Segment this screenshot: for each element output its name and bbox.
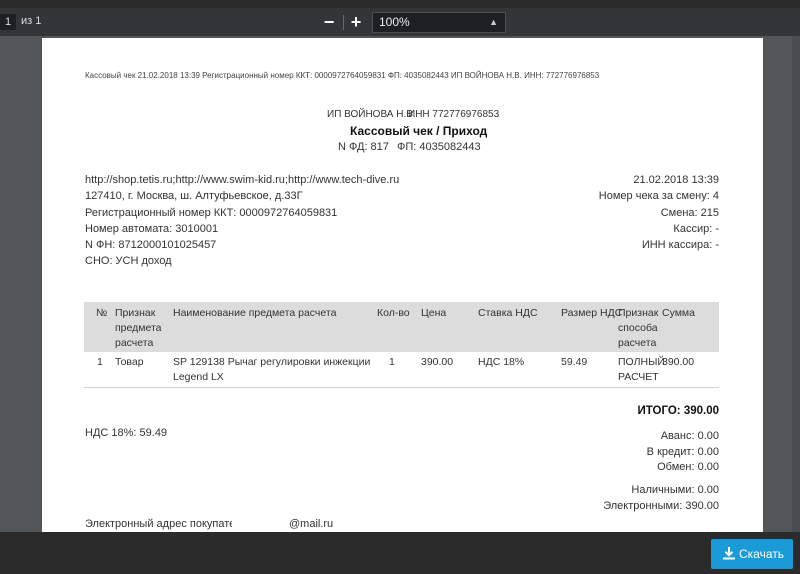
th-sign: Признак предмета расчета xyxy=(115,307,162,349)
right-info-block: 21.02.2018 13:39 Номер чека за смену: 4 … xyxy=(599,172,719,253)
email-redaction xyxy=(232,518,290,531)
row-vat-amount: 59.49 xyxy=(561,356,588,368)
receipt-title: Кассовый чек / Приход xyxy=(350,124,488,138)
document-viewer[interactable]: Кассовый чек 21.02.2018 13:39 Регистраци… xyxy=(0,36,800,532)
fp-number: ФП: 4035082443 xyxy=(397,141,481,153)
fd-number: N ФД: 817 xyxy=(338,141,389,153)
seller-name: ИП ВОЙНОВА Н.В. xyxy=(327,109,416,120)
payment-electronic: Электронными: 390.00 xyxy=(603,499,719,512)
info-shift: Смена: 215 xyxy=(660,206,719,219)
payment-cash: Наличными: 0.00 xyxy=(631,484,719,496)
th-sum: Сумма xyxy=(662,307,695,319)
table-bottom-divider xyxy=(84,387,719,388)
row-item-name: SP 129138 Рычаг регулировки инжекции Leg… xyxy=(173,356,371,383)
info-datetime: 21.02.2018 13:39 xyxy=(633,174,719,186)
info-address: 127410, г. Москва, ш. Алтуфьевское, д.33… xyxy=(85,190,303,203)
toolbar-divider xyxy=(343,15,344,30)
vertical-scrollbar[interactable] xyxy=(792,36,800,532)
seller-inn: ИНН 772776976853 xyxy=(408,109,500,120)
chevron-updown-icon: ▲ xyxy=(489,17,498,27)
info-cashier-inn: ИНН кассира: - xyxy=(641,239,719,252)
zoom-out-button[interactable]: − xyxy=(318,12,340,32)
th-vat-amount: Размер НДС xyxy=(561,307,623,319)
download-label: Скачать xyxy=(739,547,784,561)
download-button[interactable]: Скачать xyxy=(711,539,793,569)
page-total-label: из 1 xyxy=(21,15,42,27)
payment-advance: Аванс: 0.00 xyxy=(660,430,719,442)
info-kkt: Регистрационный номер ККТ: 0000972764059… xyxy=(85,206,338,219)
zoom-in-button[interactable]: + xyxy=(345,12,367,32)
receipt-page: Кассовый чек 21.02.2018 13:39 Регистраци… xyxy=(42,38,763,532)
payment-exchange: Обмен: 0.00 xyxy=(657,461,719,474)
window-top-strip xyxy=(0,0,800,8)
pdf-toolbar: 1 из 1 − + 100% ▲ xyxy=(0,8,800,36)
th-qty: Кол-во xyxy=(377,307,410,319)
left-info-block: http://shop.tetis.ru;http://www.swim-kid… xyxy=(85,172,399,270)
row-qty: 1 xyxy=(389,356,395,368)
th-price: Цена xyxy=(421,307,447,319)
th-item-name: Наименование предмета расчета xyxy=(173,307,337,319)
page-number-input[interactable]: 1 xyxy=(0,14,16,30)
vat-total: НДС 18%: 59.49 xyxy=(85,427,168,439)
payments-block-2: Наличными: 0.00 Электронными: 390.00 xyxy=(603,483,719,514)
zoom-value: 100% xyxy=(379,15,410,29)
row-vat-rate: НДС 18% xyxy=(478,356,525,368)
row-sign: Товар xyxy=(115,356,144,368)
th-vat-rate: Ставка НДС xyxy=(478,307,538,319)
info-fn: N ФН: 8712000101025457 xyxy=(85,239,217,252)
download-icon xyxy=(723,547,735,560)
th-method: Признак способа расчета xyxy=(618,307,659,349)
th-number: № xyxy=(96,307,108,319)
info-shift-receipt: Номер чека за смену: 4 xyxy=(598,190,719,203)
info-cashier: Кассир: - xyxy=(673,222,719,235)
bottom-bar: Скачать xyxy=(0,532,800,574)
payment-credit: В кредит: 0.00 xyxy=(646,445,719,458)
payments-block: Аванс: 0.00 В кредит: 0.00 Обмен: 0.00 xyxy=(647,429,719,476)
info-sites: http://shop.tetis.ru;http://www.swim-kid… xyxy=(85,174,400,186)
info-machine: Номер автомата: 3010001 xyxy=(85,222,219,235)
row-sum: 390.00 xyxy=(662,356,695,368)
receipt-header-line: Кассовый чек 21.02.2018 13:39 Регистраци… xyxy=(85,71,600,80)
info-sno: СНО: УСН доход xyxy=(85,255,172,268)
row-price: 390.00 xyxy=(421,356,454,368)
row-method: ПОЛНЫЙ РАСЧЕТ xyxy=(618,356,665,383)
receipt-total: ИТОГО: 390.00 xyxy=(637,405,719,417)
buyer-email-domain: @mail.ru xyxy=(289,518,334,530)
zoom-select[interactable]: 100% ▲ xyxy=(372,12,506,33)
row-number: 1 xyxy=(97,356,103,368)
